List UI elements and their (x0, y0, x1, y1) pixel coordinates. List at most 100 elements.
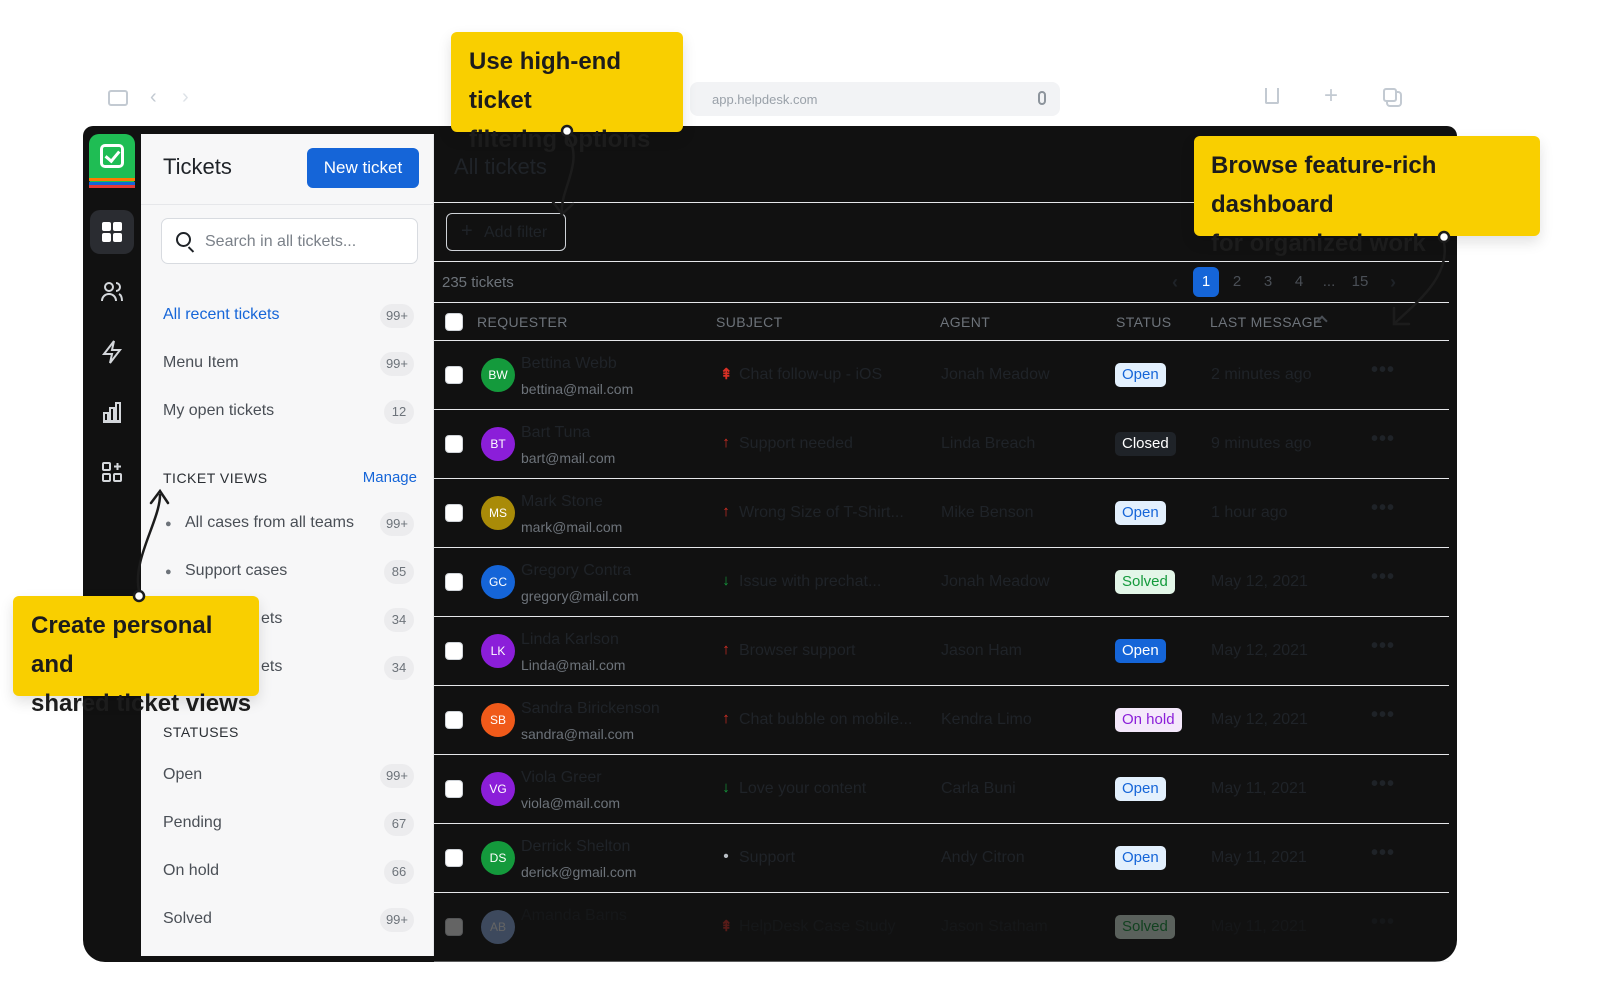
table-row[interactable]: GC Gregory Contra gregory@mail.com ↓ Issue w… (434, 548, 1449, 617)
sidebar-item-all-recent[interactable]: All recent tickets 99+ (163, 300, 418, 330)
view-item-support-cases[interactable]: ● Support cases 85 (163, 556, 418, 586)
priority-high-icon: ↑ (722, 641, 730, 658)
row-checkbox[interactable] (445, 366, 463, 384)
table-row[interactable]: VG Viola Greer viola@mail.com ↓ Love your co… (434, 755, 1449, 824)
ticket-agent: Linda Breach (941, 435, 1036, 452)
add-filter-button[interactable]: + Add filter (446, 213, 566, 251)
sidebar-toggle-icon[interactable] (108, 90, 128, 106)
select-all-checkbox[interactable] (445, 313, 463, 331)
share-icon[interactable] (1265, 88, 1279, 104)
sidebar-item-menu-item[interactable]: Menu Item 99+ (163, 348, 418, 378)
more-actions-icon[interactable]: ••• (1371, 911, 1395, 934)
apps-icon[interactable] (90, 450, 134, 494)
people-icon[interactable] (90, 270, 134, 314)
table-row[interactable]: DS Derrick Shelton derick@gmail.com • Suppor… (434, 824, 1449, 893)
ticket-agent: Jonah Meadow (941, 573, 1050, 590)
ticket-subject[interactable]: Chat follow-up - iOS (739, 366, 882, 384)
row-checkbox[interactable] (445, 780, 463, 798)
status-item-label: Pending (163, 814, 222, 831)
more-actions-icon[interactable]: ••• (1371, 704, 1395, 727)
count-badge: 99+ (379, 352, 414, 376)
requester-name[interactable]: Bettina Webb (521, 355, 617, 373)
ticket-subject[interactable]: Love your content (739, 780, 866, 798)
requester-name[interactable]: Gregory Contra (521, 562, 631, 580)
table-row[interactable]: MS Mark Stone mark@mail.com ↑ Wrong Size of … (434, 479, 1449, 548)
priority-normal-icon: • (723, 848, 729, 865)
row-checkbox[interactable] (445, 918, 463, 936)
sidebar-item-my-open[interactable]: My open tickets 12 (163, 396, 418, 426)
row-checkbox[interactable] (445, 435, 463, 453)
ticket-subject[interactable]: Wrong Size of T-Shirt... (739, 504, 904, 522)
app-rail (83, 126, 141, 962)
status-item-open[interactable]: Open 99+ (163, 760, 418, 790)
requester-email: mark@mail.com (521, 519, 623, 535)
status-item-solved[interactable]: Solved 99+ (163, 904, 418, 934)
ticket-subject[interactable]: Support needed (739, 435, 853, 453)
count-badge: 99+ (379, 908, 414, 932)
url-bar[interactable]: app.helpdesk.com (690, 82, 1060, 116)
page-15[interactable]: 15 (1348, 267, 1372, 297)
back-icon[interactable]: ‹ (150, 86, 157, 109)
row-checkbox[interactable] (445, 849, 463, 867)
new-tab-icon[interactable]: + (1324, 82, 1338, 110)
table-row[interactable]: LK Linda Karlson Linda@mail.com ↑ Browser su… (434, 617, 1449, 686)
table-row[interactable]: BW Bettina Webb bettina@mail.com ⇞ Chat foll… (434, 341, 1449, 410)
page-1[interactable]: 1 (1193, 267, 1219, 297)
more-actions-icon[interactable]: ••• (1371, 359, 1395, 382)
lightning-icon[interactable] (90, 330, 134, 374)
manage-views-link[interactable]: Manage (363, 469, 417, 486)
reports-icon[interactable] (90, 390, 134, 434)
more-actions-icon[interactable]: ••• (1371, 497, 1395, 520)
requester-name[interactable]: Viola Greer (521, 769, 602, 787)
mic-icon[interactable] (1038, 91, 1046, 105)
status-item-pending[interactable]: Pending 67 (163, 808, 418, 838)
requester-name[interactable]: Sandra Birickenson (521, 700, 660, 718)
search-input[interactable]: Search in all tickets... (161, 218, 418, 264)
more-actions-icon[interactable]: ••• (1371, 428, 1395, 451)
next-page-icon[interactable]: › (1386, 267, 1400, 297)
page-2[interactable]: 2 (1228, 267, 1246, 297)
ticket-subject[interactable]: Chat bubble on mobile... (739, 711, 912, 729)
ticket-subject[interactable]: Support (739, 849, 795, 867)
row-checkbox[interactable] (445, 504, 463, 522)
status-item-label: Solved (163, 910, 212, 927)
avatar: AB (481, 910, 515, 944)
status-item-label: On hold (163, 862, 220, 879)
row-checkbox[interactable] (445, 711, 463, 729)
col-requester[interactable]: REQUESTER (477, 314, 568, 330)
last-message-time: May 11, 2021 (1211, 918, 1307, 935)
ticket-subject[interactable]: Browser support (739, 642, 856, 660)
more-actions-icon[interactable]: ••• (1371, 635, 1395, 658)
new-ticket-button[interactable]: New ticket (307, 148, 419, 188)
requester-email: sandra@mail.com (521, 726, 635, 742)
table-row[interactable]: SB Sandra Birickenson sandra@mail.com ↑ Chat… (434, 686, 1449, 755)
forward-icon[interactable]: › (182, 86, 189, 109)
more-actions-icon[interactable]: ••• (1371, 773, 1395, 796)
app-logo[interactable] (89, 134, 135, 188)
ticket-subject[interactable]: HelpDesk Case Study (739, 918, 896, 936)
col-last-message[interactable]: LAST MESSAGE (1210, 314, 1323, 330)
page-4[interactable]: 4 (1290, 267, 1308, 297)
requester-name[interactable]: Mark Stone (521, 493, 603, 511)
more-actions-icon[interactable]: ••• (1371, 842, 1395, 865)
status-item-on-hold[interactable]: On hold 66 (163, 856, 418, 886)
requester-name[interactable]: Linda Karlson (521, 631, 619, 649)
page-3[interactable]: 3 (1259, 267, 1277, 297)
requester-name[interactable]: Bart Tuna (521, 424, 590, 442)
col-agent[interactable]: AGENT (940, 314, 990, 330)
table-row[interactable]: BT Bart Tuna bart@mail.com ↑ Support needed L… (434, 410, 1449, 479)
view-item-all-cases[interactable]: ● All cases from all teams 99+ (163, 508, 418, 538)
ticket-subject[interactable]: Issue with prechat... (739, 573, 881, 591)
col-status[interactable]: STATUS (1116, 314, 1172, 330)
more-actions-icon[interactable]: ••• (1371, 566, 1395, 589)
prev-page-icon[interactable]: ‹ (1168, 267, 1182, 297)
ticket-agent: Andy Citron (941, 849, 1025, 866)
requester-name[interactable]: Derrick Shelton (521, 838, 630, 856)
row-checkbox[interactable] (445, 642, 463, 660)
requester-name[interactable]: Amanda Barns (521, 907, 627, 925)
tabs-icon[interactable] (1383, 88, 1397, 102)
table-row[interactable]: AB Amanda Barns ⇞ HelpDesk Case Study Jason … (434, 893, 1449, 962)
col-subject[interactable]: SUBJECT (716, 314, 783, 330)
row-checkbox[interactable] (445, 573, 463, 591)
dashboard-icon[interactable] (90, 210, 134, 254)
